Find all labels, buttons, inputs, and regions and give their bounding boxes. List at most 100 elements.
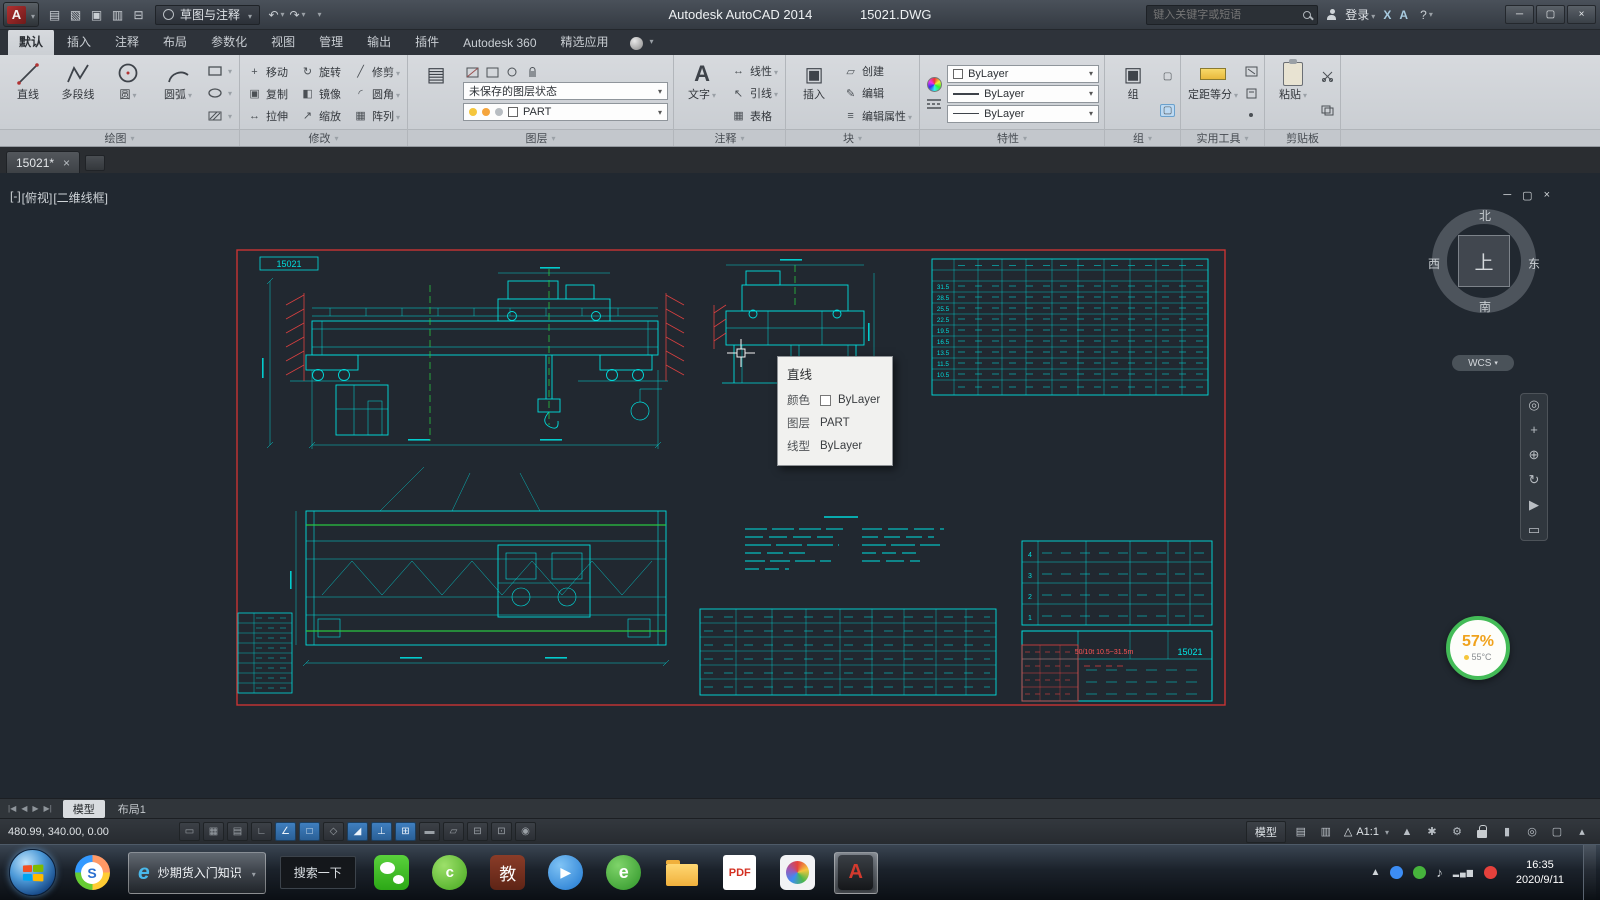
linear-dimension-button[interactable]: ↔线性: [729, 63, 780, 79]
move-button[interactable]: +移动: [245, 61, 290, 83]
annotation-visibility-icon[interactable]: ▲: [1397, 822, 1417, 841]
taskbar-pdf-reader[interactable]: PDF: [718, 852, 762, 894]
tab-annotate[interactable]: 注释: [104, 29, 150, 55]
pan-icon[interactable]: +: [1530, 423, 1538, 436]
measure-button[interactable]: 定距等分: [1186, 58, 1240, 129]
taskbar-green-app[interactable]: c: [428, 852, 472, 894]
edit-attributes-button[interactable]: ≡编辑属性: [841, 108, 914, 124]
hardware-acceleration-icon[interactable]: ▮: [1497, 822, 1517, 841]
system-temp-widget[interactable]: 57% 55°C: [1446, 616, 1510, 680]
model-tab[interactable]: 模型: [63, 800, 105, 818]
quick-view-drawings-icon[interactable]: ▥: [1316, 822, 1336, 841]
help-search-box[interactable]: [1146, 5, 1318, 25]
viewport-menu-control[interactable]: [-]: [10, 189, 21, 206]
mirror-button[interactable]: ◧镜像: [298, 83, 343, 105]
taskbar-file-explorer[interactable]: [660, 852, 704, 894]
insert-button[interactable]: ▣ 插入: [791, 58, 837, 129]
drawing-canvas[interactable]: 15021: [0, 173, 1600, 798]
arc-button[interactable]: 圆弧: [155, 58, 201, 129]
paste-button[interactable]: 粘贴: [1270, 58, 1316, 129]
fillet-button[interactable]: ◜圆角: [351, 83, 402, 105]
close-button[interactable]: ×: [1567, 5, 1596, 24]
leader-button[interactable]: ↖引线: [729, 85, 780, 101]
restore-button[interactable]: ▢: [1536, 5, 1565, 24]
ie-window-caret-icon[interactable]: [250, 866, 256, 880]
ellipse-tool-button[interactable]: [205, 86, 234, 100]
workspace-switching-icon[interactable]: ⚙: [1447, 822, 1467, 841]
edit-block-button[interactable]: ✎编辑: [841, 85, 914, 101]
app-menu-button[interactable]: A: [3, 2, 39, 27]
quick-calc-icon[interactable]: [1244, 87, 1259, 100]
selection-cycling-toggle[interactable]: ⊡: [491, 822, 512, 841]
panel-utilities-footer[interactable]: 实用工具: [1181, 129, 1264, 146]
layer-properties-button[interactable]: ▤: [413, 58, 459, 129]
polyline-button[interactable]: 多段线: [55, 58, 101, 129]
quick-view-layouts-icon[interactable]: ▤: [1291, 822, 1311, 841]
trim-button[interactable]: ╱修剪: [351, 61, 402, 83]
navbar-more-icon[interactable]: ▭: [1528, 523, 1540, 536]
taskbar-autocad[interactable]: A: [834, 852, 878, 894]
help-icon[interactable]: ?: [1416, 4, 1437, 25]
status-menu-caret-icon[interactable]: ▴: [1572, 822, 1592, 841]
workspace-dropdown[interactable]: 草图与注释: [155, 5, 260, 25]
layer-freeze-icon[interactable]: [505, 66, 520, 79]
wcs-dropdown[interactable]: WCS▾: [1452, 355, 1514, 371]
object-snap-toggle[interactable]: □: [299, 822, 320, 841]
taskbar-ie-window[interactable]: e 炒期货入门知识: [128, 852, 266, 894]
isolate-objects-icon[interactable]: ◎: [1522, 822, 1542, 841]
document-tab[interactable]: 15021* ×: [6, 151, 80, 173]
text-button[interactable]: A 文字: [679, 58, 725, 129]
orbit-icon[interactable]: ↻: [1529, 473, 1540, 486]
transparency-toggle[interactable]: ▱: [443, 822, 464, 841]
copy-clip-icon[interactable]: [1320, 104, 1335, 117]
group-button[interactable]: ▣ 组: [1110, 58, 1156, 129]
plot-icon[interactable]: ⊟: [128, 4, 149, 25]
taskbar-video-player[interactable]: ▶: [544, 852, 588, 894]
drawing-preview-icon[interactable]: [85, 155, 105, 171]
tab-parametric[interactable]: 参数化: [200, 29, 258, 55]
prev-layout-arrow-icon[interactable]: ◀: [21, 804, 27, 813]
layer-isolate-icon[interactable]: [485, 66, 500, 79]
new-file-icon[interactable]: ▤: [44, 4, 65, 25]
line-button[interactable]: 直线: [5, 58, 51, 129]
viewcube[interactable]: 北 西 东 南 上: [1432, 209, 1536, 313]
layout1-tab[interactable]: 布局1: [108, 800, 156, 818]
taskbar-360-browser[interactable]: e: [602, 852, 646, 894]
ungroup-icon[interactable]: ▢: [1160, 70, 1175, 83]
table-button[interactable]: ▦表格: [729, 108, 780, 124]
ortho-mode-toggle[interactable]: ∟: [251, 822, 272, 841]
scale-button[interactable]: ↗缩放: [298, 105, 343, 127]
first-layout-arrow-icon[interactable]: |◀: [8, 804, 16, 813]
exchange-apps-icon[interactable]: X: [1383, 8, 1391, 22]
polar-tracking-toggle[interactable]: ∠: [275, 822, 296, 841]
dynamic-ucs-toggle[interactable]: ⊥: [371, 822, 392, 841]
tab-layout[interactable]: 布局: [152, 29, 198, 55]
tray-red-app-icon[interactable]: [1484, 866, 1497, 879]
taskbar-wechat[interactable]: [370, 852, 414, 894]
hatch-tool-button[interactable]: [205, 109, 234, 123]
cut-icon[interactable]: [1320, 70, 1335, 83]
drawing-svg[interactable]: 15021: [0, 173, 1600, 798]
group-edit-icon[interactable]: ▢: [1160, 104, 1175, 117]
drawing-minimize-icon[interactable]: ─: [1503, 189, 1511, 202]
taskbar-clock[interactable]: 16:35 2020/9/11: [1516, 858, 1564, 887]
clean-screen-icon[interactable]: ▢: [1547, 822, 1567, 841]
panel-block-footer[interactable]: 块: [786, 129, 919, 146]
tab-plugins[interactable]: 插件: [404, 29, 450, 55]
help-search-input[interactable]: [1153, 9, 1297, 21]
network-icon[interactable]: ▂▄▆: [1453, 868, 1474, 877]
last-layout-arrow-icon[interactable]: ▶|: [44, 804, 52, 813]
tab-default[interactable]: 默认: [8, 29, 54, 55]
object-color-dropdown[interactable]: ByLayer ▾: [947, 65, 1099, 83]
circle-button[interactable]: 圆: [105, 58, 151, 129]
viewport-view-control[interactable]: [俯视]: [22, 189, 53, 206]
tray-blue-app-icon[interactable]: [1390, 866, 1403, 879]
panel-group-footer[interactable]: 组: [1105, 129, 1180, 146]
copy-button[interactable]: ▣复制: [245, 83, 290, 105]
start-button[interactable]: [9, 849, 56, 896]
layer-state-dropdown[interactable]: 未保存的图层状态 ▾: [463, 82, 668, 100]
taskbar-jiao-app[interactable]: 教: [486, 852, 530, 894]
grid-display-toggle[interactable]: ▤: [227, 822, 248, 841]
volume-icon[interactable]: ♪: [1436, 865, 1443, 880]
viewcube-south-label[interactable]: 南: [1479, 298, 1491, 315]
